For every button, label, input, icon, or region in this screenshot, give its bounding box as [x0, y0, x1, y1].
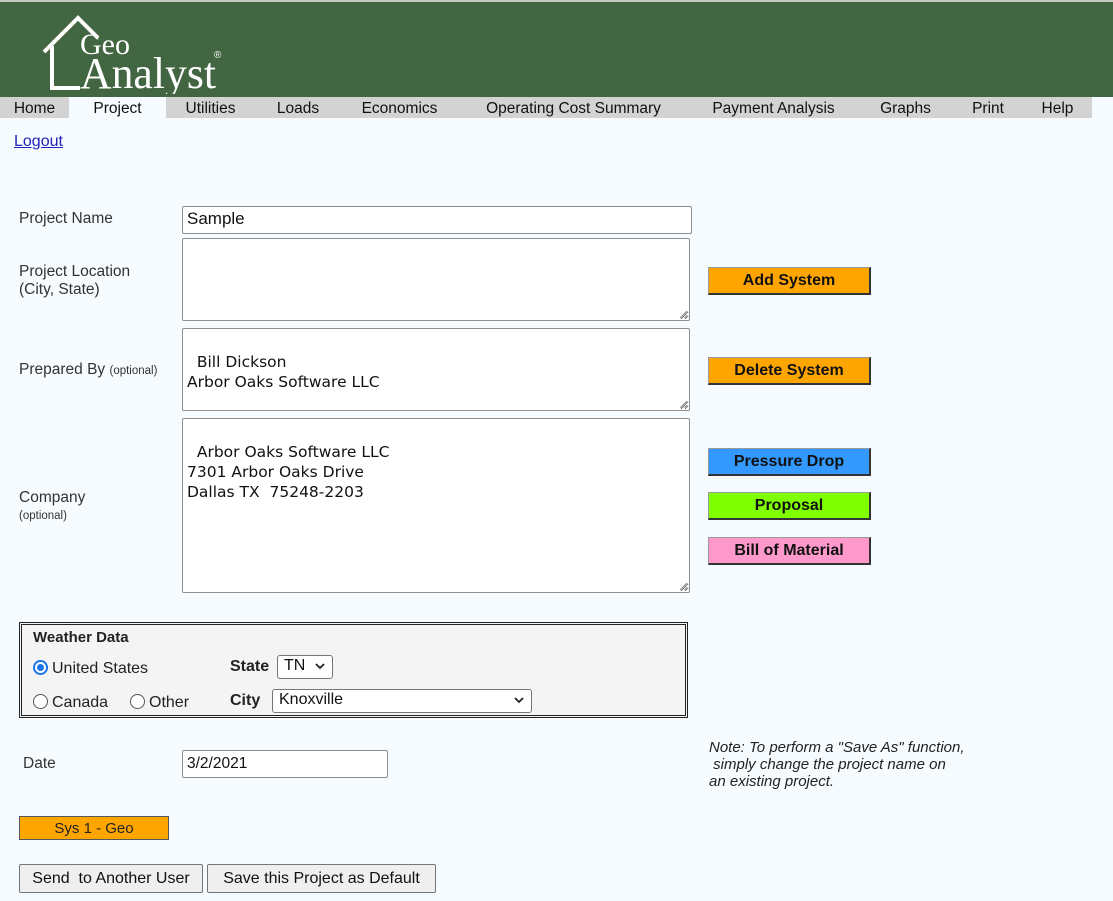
- nav-project[interactable]: Project: [69, 97, 166, 118]
- city-value: Knoxville: [279, 691, 344, 708]
- add-system-button[interactable]: Add System: [708, 267, 871, 295]
- resize-grip-icon[interactable]: [678, 309, 688, 319]
- nav-help[interactable]: Help: [1023, 97, 1092, 118]
- other-label: Other: [149, 694, 190, 711]
- weather-data-panel: Weather Data United States Canada Other …: [19, 622, 688, 718]
- nav-payment-analysis[interactable]: Payment Analysis: [689, 97, 858, 118]
- logout-link[interactable]: Logout: [14, 133, 63, 151]
- save-as-note: Note: To perform a "Save As" function, s…: [709, 739, 999, 790]
- project-location-label-line2: (City, State): [19, 281, 100, 298]
- state-label: State: [230, 658, 270, 675]
- company-label: Company (optional): [19, 489, 85, 525]
- main-nav: Home Project Utilities Loads Economics O…: [0, 97, 1092, 118]
- note-line2: simply change the project name on: [709, 756, 946, 773]
- city-select[interactable]: Knoxville: [272, 689, 532, 713]
- date-input[interactable]: 3/2/2021: [182, 750, 388, 778]
- resize-grip-icon[interactable]: [678, 581, 688, 591]
- state-value: TN: [284, 657, 306, 674]
- united-states-label: United States: [52, 660, 149, 677]
- save-as-default-button[interactable]: Save this Project as Default: [207, 864, 436, 893]
- nav-graphs[interactable]: Graphs: [858, 97, 953, 118]
- weather-data-title: Weather Data: [33, 629, 129, 646]
- chevron-down-icon: [315, 663, 325, 670]
- nav-economics[interactable]: Economics: [341, 97, 458, 118]
- project-location-label-line1: Project Location: [19, 263, 131, 280]
- state-select[interactable]: TN: [277, 655, 333, 679]
- project-name-input[interactable]: Sample: [182, 206, 692, 234]
- nav-home[interactable]: Home: [0, 97, 69, 118]
- company-label-text: Company: [19, 489, 86, 506]
- registered-mark: ®: [214, 50, 222, 61]
- delete-system-button[interactable]: Delete System: [708, 357, 871, 385]
- app-header: Geo Analyst ®: [0, 0, 1113, 97]
- company-value: Arbor Oaks Software LLC 7301 Arbor Oaks …: [187, 443, 390, 501]
- project-location-textarea[interactable]: [182, 238, 690, 321]
- nav-print[interactable]: Print: [953, 97, 1023, 118]
- pressure-drop-button[interactable]: Pressure Drop: [708, 448, 871, 476]
- date-label: Date: [23, 755, 56, 772]
- prepared-by-textarea[interactable]: Bill Dickson Arbor Oaks Software LLC: [182, 328, 690, 411]
- send-to-another-user-button[interactable]: Send to Another User: [19, 864, 203, 893]
- project-location-label: Project Location (City, State): [19, 263, 130, 299]
- proposal-button[interactable]: Proposal: [708, 492, 871, 520]
- logo-line2: Analyst: [80, 49, 216, 94]
- nav-operating-cost-summary[interactable]: Operating Cost Summary: [458, 97, 689, 118]
- note-line3: an existing project.: [709, 773, 835, 790]
- project-name-label: Project Name: [19, 210, 113, 227]
- resize-grip-icon[interactable]: [678, 399, 688, 409]
- canada-label: Canada: [52, 694, 109, 711]
- note-line1: Note: To perform a "Save As" function,: [709, 739, 965, 756]
- company-textarea[interactable]: Arbor Oaks Software LLC 7301 Arbor Oaks …: [182, 418, 690, 593]
- prepared-by-label-text: Prepared By: [19, 361, 106, 378]
- geoanalyst-logo: Geo Analyst ®: [42, 15, 222, 94]
- company-optional: (optional): [19, 510, 67, 522]
- radio-other[interactable]: [130, 694, 145, 709]
- prepared-by-optional: (optional): [109, 365, 158, 377]
- city-label: City: [230, 692, 261, 709]
- chevron-down-icon: [514, 697, 524, 704]
- nav-utilities[interactable]: Utilities: [166, 97, 255, 118]
- radio-canada[interactable]: [33, 694, 48, 709]
- system-tab-button[interactable]: Sys 1 - Geo: [19, 816, 169, 840]
- prepared-by-value: Bill Dickson Arbor Oaks Software LLC: [187, 353, 380, 391]
- radio-united-states[interactable]: [33, 660, 48, 675]
- prepared-by-label: Prepared By (optional): [19, 361, 157, 380]
- nav-loads[interactable]: Loads: [255, 97, 341, 118]
- bill-of-material-button[interactable]: Bill of Material: [708, 537, 871, 565]
